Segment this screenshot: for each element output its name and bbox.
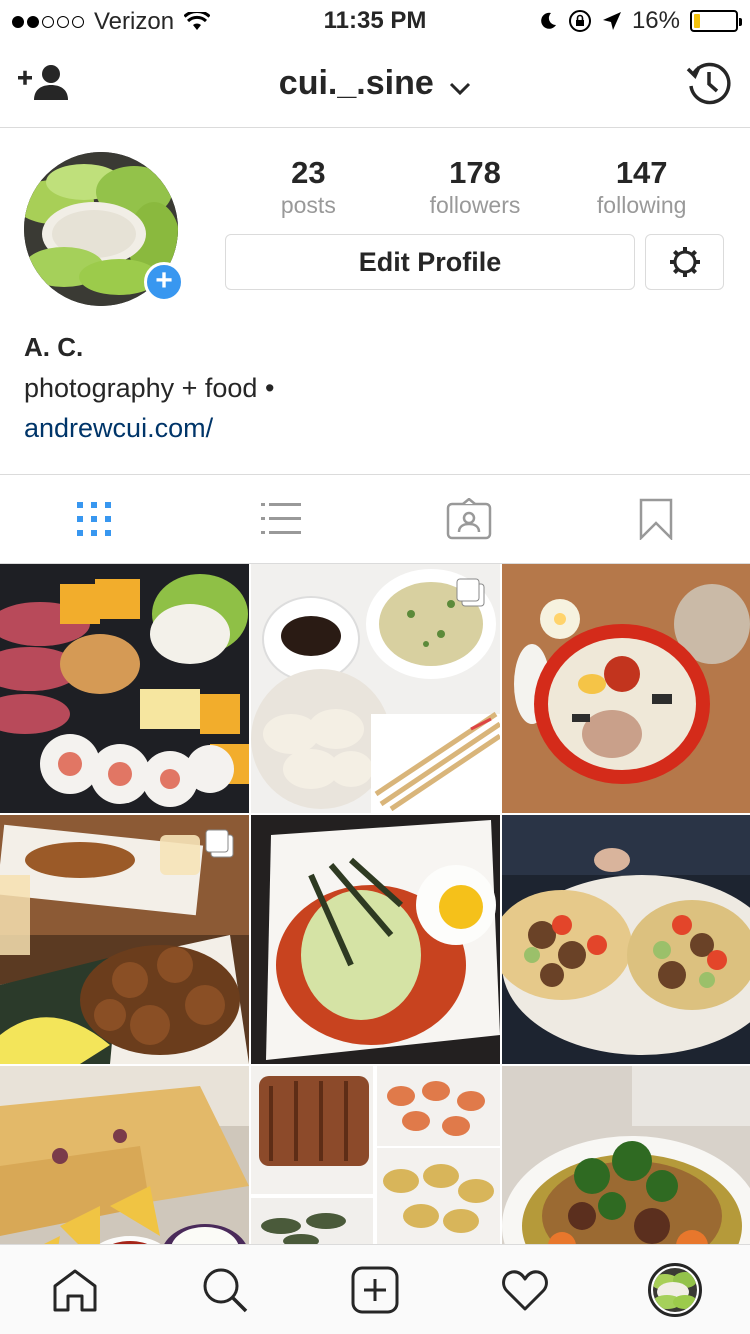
tab-activity[interactable] — [450, 1245, 600, 1334]
new-post-icon — [351, 1266, 399, 1313]
stat-value: 147 — [615, 155, 668, 190]
posts-grid — [0, 564, 750, 1244]
profile-bio: A. C. photography + food • andrewcui.com… — [24, 330, 274, 448]
activity-icon — [502, 1269, 548, 1310]
grid-icon — [76, 502, 111, 536]
status-right: 16% — [538, 7, 742, 35]
rotation-lock-icon — [568, 10, 591, 32]
username-switcher[interactable]: cui._.sine — [0, 64, 750, 105]
moon-icon — [541, 12, 556, 29]
tab-grid[interactable] — [0, 475, 188, 563]
profile-view-tabs — [0, 474, 750, 564]
edit-profile-button[interactable]: Edit Profile — [225, 234, 635, 290]
status-bar: Verizon 11:35 PM 16% — [0, 0, 750, 40]
chevron-down-icon — [449, 66, 471, 105]
multiple-photos-icon — [456, 578, 485, 607]
list-icon — [261, 503, 302, 534]
saved-icon — [640, 498, 673, 540]
tab-tagged[interactable] — [375, 475, 563, 563]
post-thumbnail[interactable] — [0, 815, 249, 1064]
stat-value: 23 — [291, 155, 326, 190]
post-thumbnail[interactable] — [251, 1066, 500, 1244]
battery-icon — [690, 10, 742, 32]
post-thumbnail[interactable] — [502, 815, 750, 1064]
bottom-tab-bar — [0, 1244, 750, 1334]
search-icon — [203, 1268, 248, 1312]
stat-value: 178 — [449, 155, 501, 190]
bio-text: photography + food • — [24, 373, 275, 403]
stat-posts[interactable]: 23 posts — [225, 155, 392, 219]
tab-home[interactable] — [0, 1245, 150, 1334]
stat-label: posts — [280, 192, 336, 218]
gear-icon — [669, 247, 700, 277]
home-icon — [53, 1269, 97, 1311]
location-icon — [602, 12, 621, 30]
username-title: cui._.sine — [278, 64, 434, 102]
tab-new-post[interactable] — [300, 1245, 450, 1334]
profile-avatar-small — [648, 1262, 702, 1317]
post-thumbnail[interactable] — [251, 815, 500, 1064]
post-thumbnail[interactable] — [502, 1066, 750, 1244]
tab-profile[interactable] — [600, 1245, 750, 1334]
post-thumbnail[interactable] — [0, 564, 249, 813]
website-link[interactable]: andrewcui.com/ — [24, 408, 274, 448]
stat-followers[interactable]: 178 followers — [392, 155, 559, 219]
post-thumbnail[interactable] — [251, 564, 500, 813]
profile-name: A. C. — [24, 332, 84, 362]
profile-stats: 23 posts 178 followers 147 following — [225, 155, 725, 219]
tab-saved[interactable] — [563, 475, 750, 563]
multiple-photos-icon — [205, 829, 234, 858]
tab-list[interactable] — [188, 475, 376, 563]
stat-label: followers — [429, 192, 521, 218]
post-thumbnail[interactable] — [502, 564, 750, 813]
history-icon[interactable] — [686, 60, 732, 106]
settings-button[interactable] — [645, 234, 724, 290]
tagged-icon — [446, 498, 491, 540]
add-story-button[interactable]: + — [144, 262, 184, 302]
stat-following[interactable]: 147 following — [558, 155, 725, 219]
stat-label: following — [596, 192, 687, 218]
post-thumbnail[interactable] — [0, 1066, 249, 1244]
battery-percent: 16% — [631, 7, 680, 34]
navigation-bar: cui._.sine — [0, 40, 750, 128]
tab-search[interactable] — [150, 1245, 300, 1334]
